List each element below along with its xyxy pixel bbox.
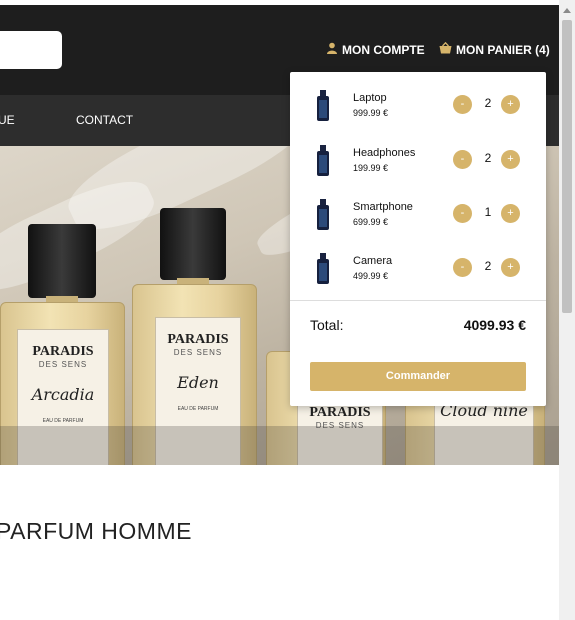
increase-qty-button[interactable]: + [501, 258, 520, 277]
increase-qty-button[interactable]: + [501, 95, 520, 114]
product-thumbnail [313, 253, 333, 285]
nav-item-boutique[interactable]: UE [0, 113, 15, 127]
label-brand: PARADIS [167, 332, 229, 347]
scroll-up-icon[interactable] [563, 8, 571, 13]
cart-item-qty: 2 [484, 151, 492, 165]
cart-item-name: Headphones [353, 147, 416, 159]
cart-dropdown: Laptop 999.99 € - 2 + Headphones 199.99 … [290, 72, 546, 406]
cart-link[interactable]: MON PANIER (4) [439, 41, 550, 57]
cart-label: MON PANIER (4) [456, 42, 550, 57]
cart-item-name: Smartphone [353, 201, 413, 213]
decrease-qty-button[interactable]: - [453, 258, 472, 277]
label-type: EAU DE PARFUM [42, 418, 84, 424]
cart-item: Smartphone 699.99 € - 1 + [290, 197, 546, 237]
cart-item: Laptop 999.99 € - 2 + [290, 88, 546, 128]
label-brand: PARADIS [32, 344, 94, 359]
cart-item-name: Laptop [353, 92, 387, 104]
cart-item-price: 999.99 € [353, 108, 389, 118]
cart-item-qty: 2 [484, 259, 492, 273]
scrollbar-thumb[interactable] [562, 20, 572, 313]
cart-item-price: 499.99 € [353, 271, 389, 281]
label-subbrand: DES SENS [38, 360, 88, 369]
label-brand: PARADIS [309, 405, 371, 420]
product-thumbnail [313, 145, 333, 177]
user-icon [326, 42, 338, 57]
cart-item-qty: 1 [484, 205, 492, 219]
account-label: MON COMPTE [342, 42, 425, 57]
page-scrollbar[interactable] [559, 0, 575, 620]
product-thumbnail [313, 90, 333, 122]
checkout-button[interactable]: Commander [310, 362, 526, 391]
cart-item: Headphones 199.99 € - 2 + [290, 143, 546, 183]
product-thumbnail [313, 199, 333, 231]
increase-qty-button[interactable]: + [501, 150, 520, 169]
cart-total-label: Total: [310, 317, 344, 333]
basket-icon [439, 41, 452, 57]
cart-item: Camera 499.99 € - 2 + [290, 251, 546, 291]
decrease-qty-button[interactable]: - [453, 204, 472, 223]
bottle-cap [160, 208, 226, 280]
cart-item-qty: 2 [484, 96, 492, 110]
bottle-cap [28, 224, 96, 298]
decrease-qty-button[interactable]: - [453, 95, 472, 114]
search-input[interactable] [0, 31, 62, 69]
page: MON COMPTE MON PANIER (4) UE CONTACT PAR… [0, 0, 575, 620]
account-link[interactable]: MON COMPTE [326, 42, 425, 57]
decrease-qty-button[interactable]: - [453, 150, 472, 169]
label-scent-name: Arcadia [31, 385, 95, 404]
section-title: PARFUM HOMME [0, 518, 192, 544]
cart-item-price: 699.99 € [353, 217, 389, 227]
cart-item-name: Camera [353, 255, 393, 267]
hero-overlay-band [0, 426, 559, 465]
nav-item-contact[interactable]: CONTACT [76, 113, 133, 127]
cart-divider [290, 300, 546, 301]
increase-qty-button[interactable]: + [501, 204, 520, 223]
label-scent-name: Eden [177, 373, 219, 392]
label-type: EAU DE PARFUM [177, 406, 219, 412]
cart-total-value: 4099.93 € [463, 317, 526, 333]
cart-item-price: 199.99 € [353, 163, 389, 173]
label-subbrand: DES SENS [173, 348, 223, 357]
